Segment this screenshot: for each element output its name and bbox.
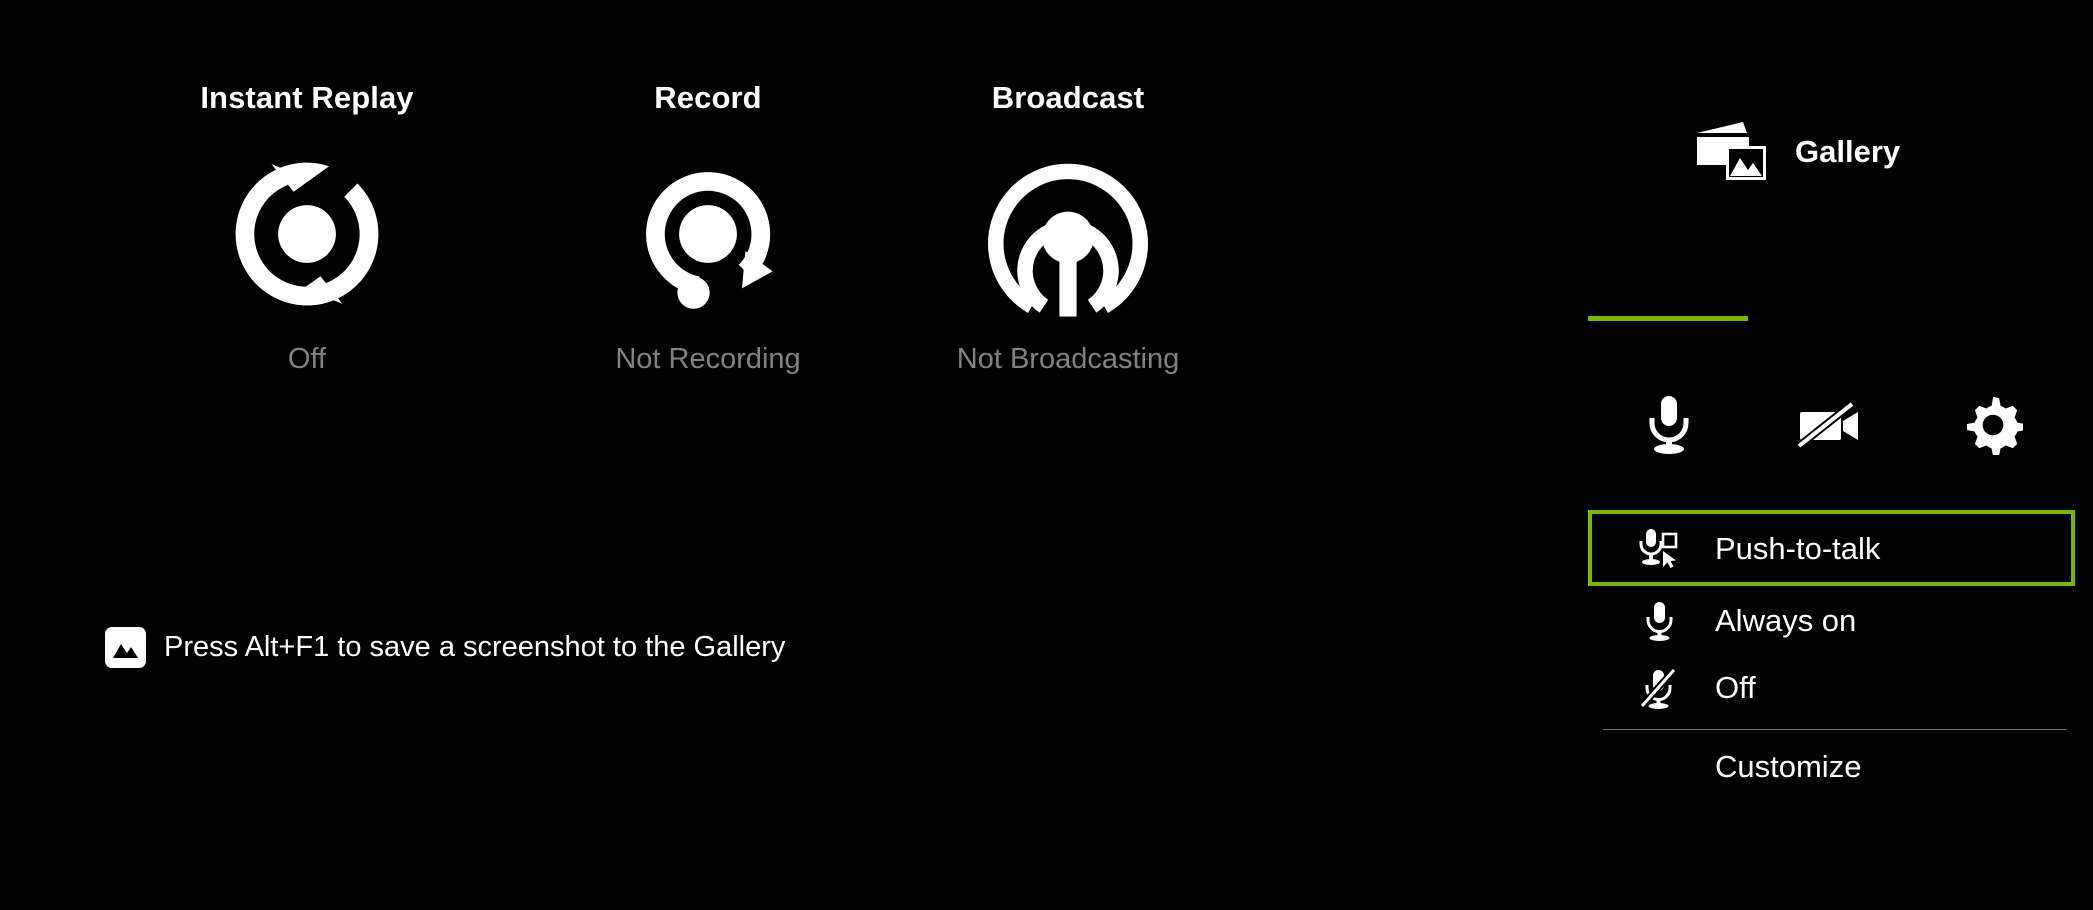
instant-replay-icon[interactable]: [127, 139, 487, 329]
settings-button[interactable]: [1912, 375, 2074, 475]
menu-label-always-on: Always on: [1715, 603, 1857, 638]
record-icon[interactable]: [528, 139, 888, 329]
camera-toggle-button[interactable]: [1750, 375, 1912, 475]
gear-icon: [1963, 395, 2023, 455]
screenshot-hint: Press Alt+F1 to save a screenshot to the…: [105, 627, 785, 668]
microphone-icon: [1643, 394, 1695, 456]
broadcast-status: Not Broadcasting: [956, 343, 1180, 375]
microphone-icon: [1637, 598, 1683, 644]
menu-label-push-to-talk: Push-to-talk: [1715, 530, 1881, 566]
camera-off-icon: [1798, 401, 1864, 449]
microphone-toggle-button[interactable]: [1588, 375, 1750, 475]
menu-item-customize[interactable]: Customize: [1588, 730, 2075, 802]
capture-card-instant-replay[interactable]: Instant Replay Off: [127, 82, 487, 374]
gallery-button[interactable]: Gallery: [1695, 120, 1900, 182]
instant-replay-title: Instant Replay: [200, 80, 414, 115]
broadcast-icon[interactable]: [888, 139, 1248, 329]
broadcast-title: Broadcast: [991, 80, 1145, 115]
gallery-label: Gallery: [1795, 133, 1901, 169]
overlay-toolbar: [1588, 375, 2073, 475]
menu-item-push-to-talk[interactable]: Push-to-talk: [1588, 510, 2075, 586]
mic-push-to-talk-icon: [1637, 525, 1683, 571]
right-panel: Gallery Push-to-talk Always on Off Custo…: [1570, 0, 2093, 910]
record-status: Not Recording: [615, 343, 801, 375]
gallery-clapperboard-photo-icon: [1695, 120, 1773, 182]
menu-label-customize: Customize: [1715, 748, 1862, 784]
screenshot-icon: [105, 627, 146, 668]
menu-item-always-on[interactable]: Always on: [1588, 587, 2075, 654]
accent-divider: [1588, 316, 1748, 321]
instant-replay-status: Off: [287, 343, 327, 375]
audio-mode-menu: Push-to-talk Always on Off Customize: [1588, 510, 2075, 802]
record-title: Record: [654, 80, 762, 115]
menu-item-off[interactable]: Off: [1588, 654, 2075, 721]
microphone-muted-icon: [1637, 665, 1683, 711]
menu-label-off: Off: [1715, 670, 1756, 705]
capture-card-record[interactable]: Record Not Recording: [528, 82, 888, 374]
overlay-root: Instant Replay Off Record Not Recording …: [0, 0, 2093, 910]
screenshot-hint-text: Press Alt+F1 to save a screenshot to the…: [164, 631, 786, 663]
capture-card-broadcast[interactable]: Broadcast Not Broadcasting: [888, 82, 1248, 374]
